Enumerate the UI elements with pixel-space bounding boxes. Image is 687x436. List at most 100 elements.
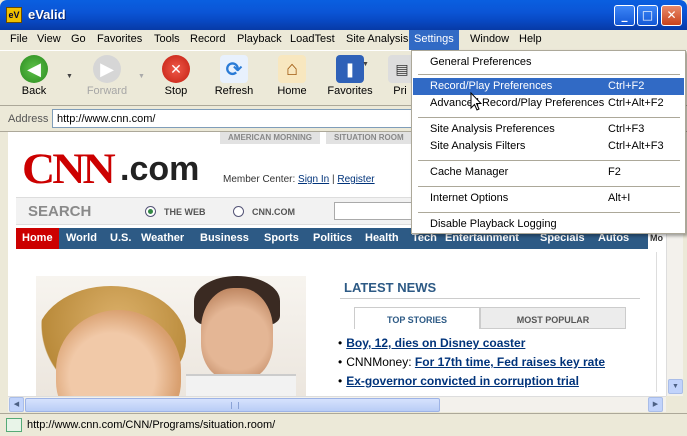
close-button[interactable]: ✕ <box>661 5 682 26</box>
settings-item-shortcut: Ctrl+Alt+F2 <box>608 97 664 109</box>
window-title: eValid <box>28 7 66 22</box>
menu-go[interactable]: Go <box>71 33 86 45</box>
menu-view[interactable]: View <box>37 33 61 45</box>
settings-item-general-preferences[interactable]: General Preferences <box>413 54 684 71</box>
menu-help[interactable]: Help <box>519 33 542 45</box>
settings-item-label: Cache Manager <box>430 166 509 178</box>
settings-item-shortcut: Ctrl+F2 <box>608 80 645 92</box>
menu-tools[interactable]: Tools <box>154 33 180 45</box>
tab-most-popular[interactable]: MOST POPULAR <box>480 307 626 329</box>
address-input[interactable] <box>52 109 412 128</box>
favorites-label: Favorites <box>327 85 373 97</box>
settings-item-shortcut: Ctrl+F3 <box>608 123 645 135</box>
forward-button[interactable]: ▶ Forward <box>82 55 132 97</box>
cnn-nav-us[interactable]: U.S. <box>104 228 137 249</box>
menu-bar: File View Go Favorites Tools Record Playback Lo… <box>0 30 687 50</box>
settings-item-label: Advanced Record/Play Preferences <box>430 97 605 109</box>
headline-link[interactable]: Ex-governor convicted in corruption tria… <box>346 374 579 388</box>
horizontal-scrollbar[interactable]: ◀ ▶ <box>8 396 666 412</box>
menu-favorites[interactable]: Favorites <box>97 33 142 45</box>
favorites-icon: ❚ <box>336 55 364 83</box>
headline-link[interactable]: Boy, 12, dies on Disney coaster <box>346 336 525 350</box>
scroll-down-icon[interactable]: ▼ <box>668 379 683 394</box>
bullet-icon: • <box>338 336 343 350</box>
stop-button[interactable]: ✕ Stop <box>156 55 196 97</box>
cnn-nav-world[interactable]: World <box>60 228 103 249</box>
cnn-nav-home[interactable]: Home <box>16 228 59 249</box>
settings-item-label: General Preferences <box>430 56 532 68</box>
refresh-icon: ⟳ <box>220 55 248 83</box>
register-link[interactable]: Register <box>337 174 374 185</box>
radio-the-web-label: THE WEB <box>164 207 206 217</box>
forward-dropdown-icon[interactable]: ▼ <box>138 73 145 80</box>
settings-item-cache-manager[interactable]: Cache Manager F2 <box>413 164 684 181</box>
bullet-icon: • <box>338 355 343 369</box>
print-label: Pri <box>393 85 407 97</box>
headline-item: • Ex-governor convicted in corruption tri… <box>338 374 579 388</box>
stop-icon: ✕ <box>162 55 190 83</box>
menu-separator <box>418 212 680 213</box>
scroll-right-icon[interactable]: ▶ <box>648 397 663 412</box>
radio-cnn-com[interactable] <box>233 206 244 217</box>
print-button[interactable]: ▤ Pri <box>388 55 412 97</box>
menu-settings[interactable]: Settings <box>409 30 459 50</box>
headline-link[interactable]: For 17th time, Fed raises key rate <box>415 355 605 369</box>
headline-item: • Boy, 12, dies on Disney coaster <box>338 336 525 350</box>
horizontal-scroll-thumb[interactable] <box>25 398 440 412</box>
menu-loadtest[interactable]: LoadTest <box>290 33 335 45</box>
settings-item-advanced-record-play-preferences[interactable]: Advanced Record/Play Preferences Ctrl+Alt… <box>413 95 684 112</box>
cnn-logo-dotcom[interactable]: .com <box>120 150 199 189</box>
menu-site-analysis[interactable]: Site Analysis <box>346 33 408 45</box>
scroll-left-icon[interactable]: ◀ <box>9 397 24 412</box>
settings-item-site-analysis-preferences[interactable]: Site Analysis Preferences Ctrl+F3 <box>413 121 684 138</box>
address-label: Address <box>8 113 49 125</box>
print-icon: ▤ <box>388 55 412 83</box>
cnn-nav-weather[interactable]: Weather <box>135 228 190 249</box>
maximize-button[interactable]: □ <box>637 5 658 26</box>
cnn-nav-business[interactable]: Business <box>194 228 255 249</box>
back-button[interactable]: ◀ Back <box>12 55 56 97</box>
cnn-top-tab-american-morning[interactable]: AMERICAN MORNING <box>220 132 320 144</box>
headline-item: • CNNMoney: For 17th time, Fed raises key… <box>338 355 605 369</box>
settings-item-label: Site Analysis Filters <box>430 140 526 152</box>
menu-window[interactable]: Window <box>470 33 509 45</box>
radio-cnn-com-label: CNN.COM <box>252 207 295 217</box>
status-bar: http://www.cnn.com/CNN/Programs/situatio… <box>0 413 687 436</box>
left-frame <box>0 132 8 414</box>
settings-item-internet-options[interactable]: Internet Options Alt+I <box>413 190 684 207</box>
menu-separator <box>418 74 680 75</box>
favorites-dropdown-icon[interactable]: ▼ <box>362 61 369 68</box>
home-label: Home <box>277 85 307 97</box>
settings-item-record-play-preferences[interactable]: Record/Play Preferences Ctrl+F2 <box>413 78 684 95</box>
featured-photo[interactable] <box>36 276 306 396</box>
cnn-nav-sports[interactable]: Sports <box>258 228 305 249</box>
menu-playback[interactable]: Playback <box>237 33 282 45</box>
minimize-button[interactable]: _ <box>614 5 635 26</box>
refresh-button[interactable]: ⟳ Refresh <box>210 55 258 97</box>
cnn-logo[interactable]: CNN <box>22 143 116 193</box>
settings-item-site-analysis-filters[interactable]: Site Analysis Filters Ctrl+Alt+F3 <box>413 138 684 155</box>
status-text: http://www.cnn.com/CNN/Programs/situatio… <box>27 419 276 431</box>
settings-menu: General Preferences Record/Play Preferenc… <box>411 50 686 234</box>
menu-record[interactable]: Record <box>190 33 225 45</box>
latest-news-divider <box>340 298 640 299</box>
sign-in-link[interactable]: Sign In <box>298 174 329 185</box>
menu-file[interactable]: File <box>10 33 28 45</box>
radio-the-web[interactable] <box>145 206 156 217</box>
settings-item-shortcut: Ctrl+Alt+F3 <box>608 140 664 152</box>
minimize-icon: _ <box>621 8 628 22</box>
settings-item-label: Disable Playback Logging <box>430 218 557 230</box>
tab-top-stories[interactable]: TOP STORIES <box>354 307 480 329</box>
cnn-nav-politics[interactable]: Politics <box>307 228 358 249</box>
cnn-top-tab-situation-room[interactable]: SITUATION ROOM <box>326 132 412 144</box>
menu-separator <box>418 186 680 187</box>
refresh-label: Refresh <box>214 85 254 97</box>
mouse-cursor-icon <box>470 92 482 111</box>
settings-item-label: Site Analysis Preferences <box>430 123 555 135</box>
scroll-grip-icon <box>231 402 239 409</box>
settings-item-disable-playback-logging[interactable]: Disable Playback Logging <box>413 216 684 233</box>
latest-news-heading: LATEST NEWS <box>344 280 437 295</box>
cnn-nav-health[interactable]: Health <box>359 228 405 249</box>
back-dropdown-icon[interactable]: ▼ <box>66 73 73 80</box>
home-button[interactable]: ⌂ Home <box>272 55 312 97</box>
